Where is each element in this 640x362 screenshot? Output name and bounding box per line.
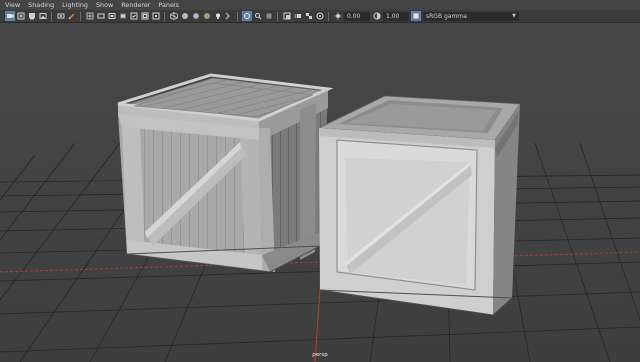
shadows-icon[interactable] xyxy=(224,11,234,21)
ambient-occlusion-icon[interactable] xyxy=(282,11,292,21)
textured-icon[interactable] xyxy=(202,11,212,21)
exposure-field[interactable] xyxy=(344,11,370,21)
color-space-dropdown[interactable]: sRGB gamma ▼ xyxy=(423,11,519,21)
select-camera-icon[interactable] xyxy=(4,11,15,21)
gate-mask-icon[interactable] xyxy=(118,11,128,21)
menu-lighting[interactable]: Lighting xyxy=(58,0,92,10)
2d-pan-zoom-icon[interactable] xyxy=(56,11,66,21)
lights-icon[interactable] xyxy=(213,11,223,21)
wireframe-on-shaded-icon[interactable] xyxy=(191,11,201,21)
field-chart-icon[interactable] xyxy=(129,11,139,21)
resolution-gate-icon[interactable] xyxy=(107,11,117,21)
backface-culling-icon[interactable] xyxy=(264,11,274,21)
maya-viewport-panel: View Shading Lighting Show Renderer Pane… xyxy=(0,0,640,362)
image-plane-icon[interactable] xyxy=(38,11,48,21)
menu-shading[interactable]: Shading xyxy=(24,0,58,10)
gamma-icon[interactable] xyxy=(372,11,382,21)
menu-renderer[interactable]: Renderer xyxy=(117,0,154,10)
gamma-field[interactable] xyxy=(383,11,409,21)
toolbar-separator xyxy=(328,11,329,21)
film-gate-icon[interactable] xyxy=(96,11,106,21)
grid-icon[interactable] xyxy=(85,11,95,21)
toolbar-separator xyxy=(80,11,81,21)
grease-pencil-icon[interactable] xyxy=(67,11,77,21)
toolbar-separator xyxy=(51,11,52,21)
bookmarks-icon[interactable] xyxy=(27,11,37,21)
menu-show[interactable]: Show xyxy=(92,0,117,10)
isolate-select-icon[interactable] xyxy=(253,11,263,21)
wooden-crate-left[interactable] xyxy=(117,73,334,273)
panel-toolbar: sRGB gamma ▼ xyxy=(0,10,640,23)
depth-of-field-icon[interactable] xyxy=(315,11,325,21)
toolbar-separator xyxy=(277,11,278,21)
wireframe-icon[interactable] xyxy=(169,11,179,21)
camera-label: persp xyxy=(312,352,328,358)
anti-aliasing-icon[interactable] xyxy=(304,11,314,21)
toolbar-separator xyxy=(237,11,238,21)
safe-title-icon[interactable] xyxy=(151,11,161,21)
toolbar-separator xyxy=(164,11,165,21)
color-management-icon[interactable] xyxy=(410,11,421,21)
color-space-value: sRGB gamma xyxy=(426,12,467,20)
menu-panels[interactable]: Panels xyxy=(154,0,183,10)
crate-right[interactable] xyxy=(317,95,521,316)
menu-view[interactable]: View xyxy=(0,0,24,10)
chevron-down-icon: ▼ xyxy=(512,12,516,19)
xray-icon[interactable] xyxy=(241,11,252,21)
safe-action-icon[interactable] xyxy=(140,11,150,21)
camera-attributes-icon[interactable] xyxy=(16,11,26,21)
panel-menubar: View Shading Lighting Show Renderer Pane… xyxy=(0,0,640,10)
exposure-icon[interactable] xyxy=(333,11,343,21)
smooth-shade-icon[interactable] xyxy=(180,11,190,21)
3d-viewport[interactable] xyxy=(0,23,640,362)
motion-blur-icon[interactable] xyxy=(293,11,303,21)
